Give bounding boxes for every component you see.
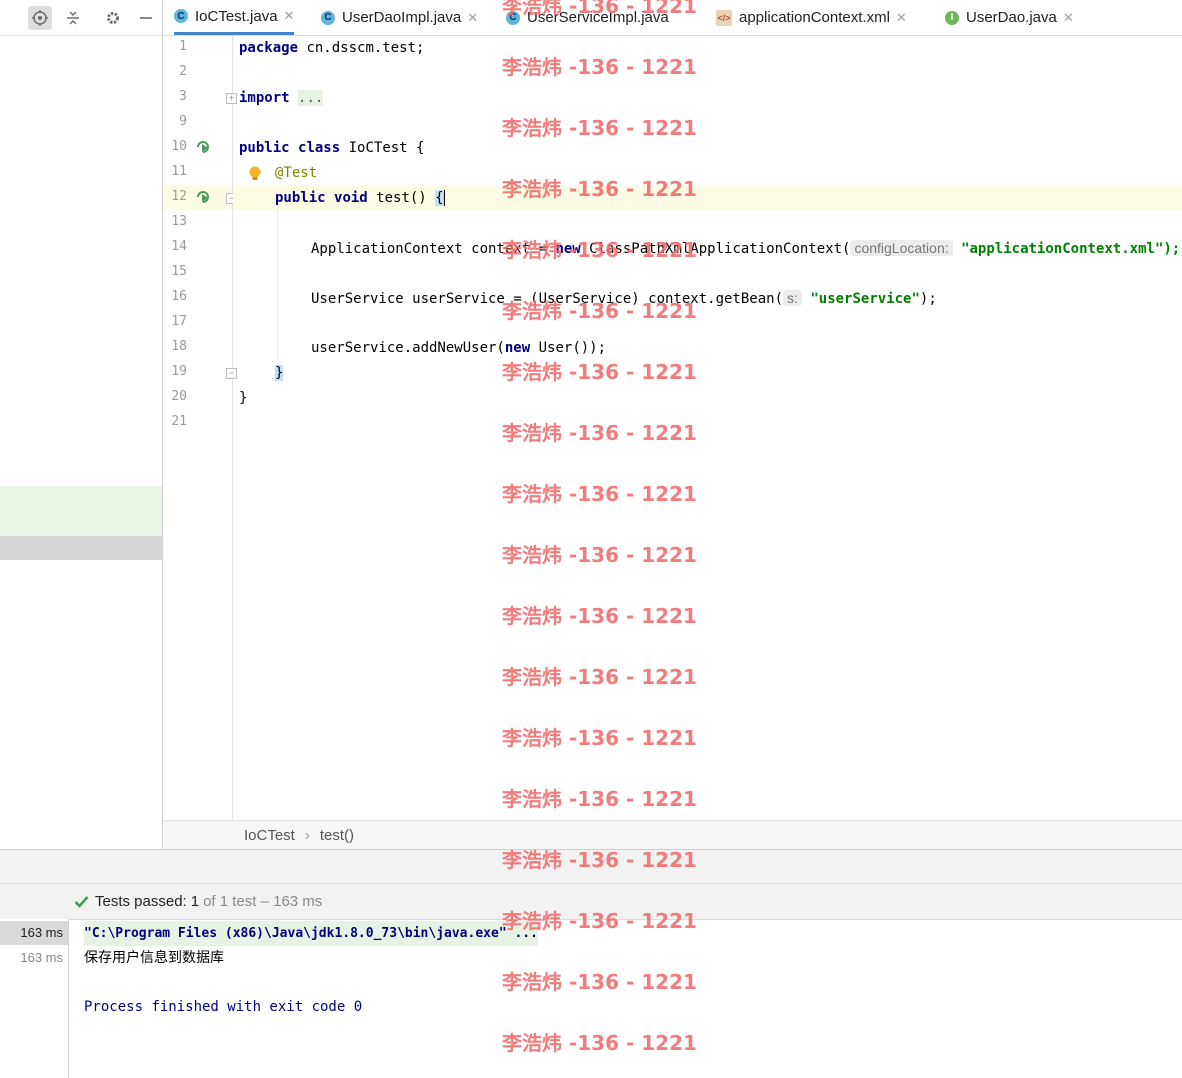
editor-gutter[interactable]: 1 2 3 9 10 11 12 13 14 15 16 17 18 19 20… <box>163 36 237 819</box>
indent-guide <box>277 210 278 360</box>
line-number: 20 <box>171 389 187 404</box>
line-number: 21 <box>171 414 187 429</box>
line-number: 9 <box>179 114 187 129</box>
code-line-14: ApplicationContext context = new ClassPa… <box>311 240 1181 257</box>
line-number: 15 <box>171 264 187 279</box>
line-number: 18 <box>171 339 187 354</box>
line-number: 13 <box>171 214 187 229</box>
param-hint: configLocation: <box>850 240 953 256</box>
console-exit: Process finished with exit code 0 <box>84 999 363 1015</box>
code-line-11: @Test <box>275 165 318 181</box>
console-command: "C:\Program Files (x86)\Java\jdk1.8.0_73… <box>84 921 538 946</box>
java-interface-icon: I <box>945 10 959 25</box>
tab-userserviceimpl[interactable]: C UserServiceImpl.java <box>506 0 669 35</box>
tab-userdao[interactable]: I UserDao.java ✕ <box>945 0 1074 35</box>
tab-label: IoCTest.java <box>195 7 278 25</box>
line-number: 10 <box>171 139 187 154</box>
test-status-passed: 1 <box>190 893 200 910</box>
close-icon[interactable]: ✕ <box>1063 10 1074 26</box>
folded-imports[interactable]: ... <box>298 90 324 106</box>
breadcrumb: IoCTest › test() <box>163 820 1182 850</box>
tab-label: applicationContext.xml <box>739 9 890 26</box>
project-toolbar <box>0 0 162 36</box>
line-number: 11 <box>171 164 187 179</box>
test-status-bar: Tests passed: 1 of 1 test – 163 ms <box>0 883 1182 920</box>
collapse-all-icon[interactable] <box>61 6 85 30</box>
code-line-12: public void test() { <box>275 190 445 206</box>
code-line-10: public class IoCTest { <box>239 140 425 156</box>
run-test-icon[interactable] <box>195 189 211 205</box>
line-number: 16 <box>171 289 187 304</box>
close-icon[interactable]: ✕ <box>284 8 295 24</box>
tab-label: UserServiceImpl.java <box>527 9 669 26</box>
gear-icon[interactable] <box>101 6 125 30</box>
lightbulb-icon[interactable] <box>248 166 262 182</box>
code-line-18: userService.addNewUser(new User()); <box>311 340 607 356</box>
line-number: 1 <box>179 39 187 54</box>
test-time-selected[interactable]: 163 ms <box>0 921 68 945</box>
java-class-icon: C <box>174 9 188 23</box>
breadcrumb-class[interactable]: IoCTest <box>244 827 295 844</box>
line-number: 19 <box>171 364 187 379</box>
breadcrumb-method[interactable]: test() <box>320 827 354 844</box>
breadcrumb-separator: › <box>304 827 310 844</box>
test-status-suffix: of 1 test – 163 ms <box>203 893 323 910</box>
line-number: 17 <box>171 314 187 329</box>
code-editor[interactable]: package cn.dsscm.test; import ... public… <box>233 36 1182 819</box>
tab-applicationcontext[interactable]: </> applicationContext.xml ✕ <box>716 0 907 35</box>
test-time[interactable]: 163 ms <box>0 946 63 970</box>
code-line-16: UserService userService = (UserService) … <box>311 290 937 307</box>
tab-label: UserDaoImpl.java <box>342 9 462 26</box>
locate-icon[interactable] <box>28 6 52 30</box>
code-line-19: } <box>275 365 284 381</box>
tab-label: UserDao.java <box>966 9 1057 26</box>
console-output-line: 保存用户信息到数据库 <box>84 949 224 965</box>
test-results-tree: 163 ms 163 ms <box>0 919 69 1078</box>
test-status-prefix: Tests passed: <box>95 893 187 910</box>
xml-file-icon: </> <box>716 9 732 26</box>
line-number: 14 <box>171 239 187 254</box>
tab-userdaoimpl[interactable]: C UserDaoImpl.java ✕ <box>321 0 478 35</box>
project-tree-selected-row[interactable] <box>0 536 162 560</box>
code-line-1: package cn.dsscm.test; <box>239 40 425 56</box>
close-icon[interactable]: ✕ <box>896 10 907 26</box>
close-icon[interactable]: ✕ <box>467 10 478 26</box>
project-panel <box>0 0 163 849</box>
line-number: 3 <box>179 89 187 104</box>
project-tree-highlight <box>0 486 162 536</box>
code-line-3: import ... <box>239 90 324 106</box>
line-number: 12 <box>171 189 187 204</box>
code-line-20: } <box>239 390 248 406</box>
check-icon <box>74 896 89 908</box>
run-test-icon[interactable] <box>195 139 211 155</box>
tool-window-header <box>0 849 1182 884</box>
console-output[interactable]: "C:\Program Files (x86)\Java\jdk1.8.0_73… <box>69 919 1182 1078</box>
tab-ioctest[interactable]: C IoCTest.java ✕ <box>174 0 295 35</box>
line-number: 2 <box>179 64 187 79</box>
param-hint: s: <box>783 290 802 306</box>
minimize-icon[interactable] <box>134 6 158 30</box>
java-class-icon: C <box>506 10 520 25</box>
editor-tabs: C IoCTest.java ✕ C UserDaoImpl.java ✕ C … <box>163 0 1182 36</box>
java-class-icon: C <box>321 10 335 25</box>
